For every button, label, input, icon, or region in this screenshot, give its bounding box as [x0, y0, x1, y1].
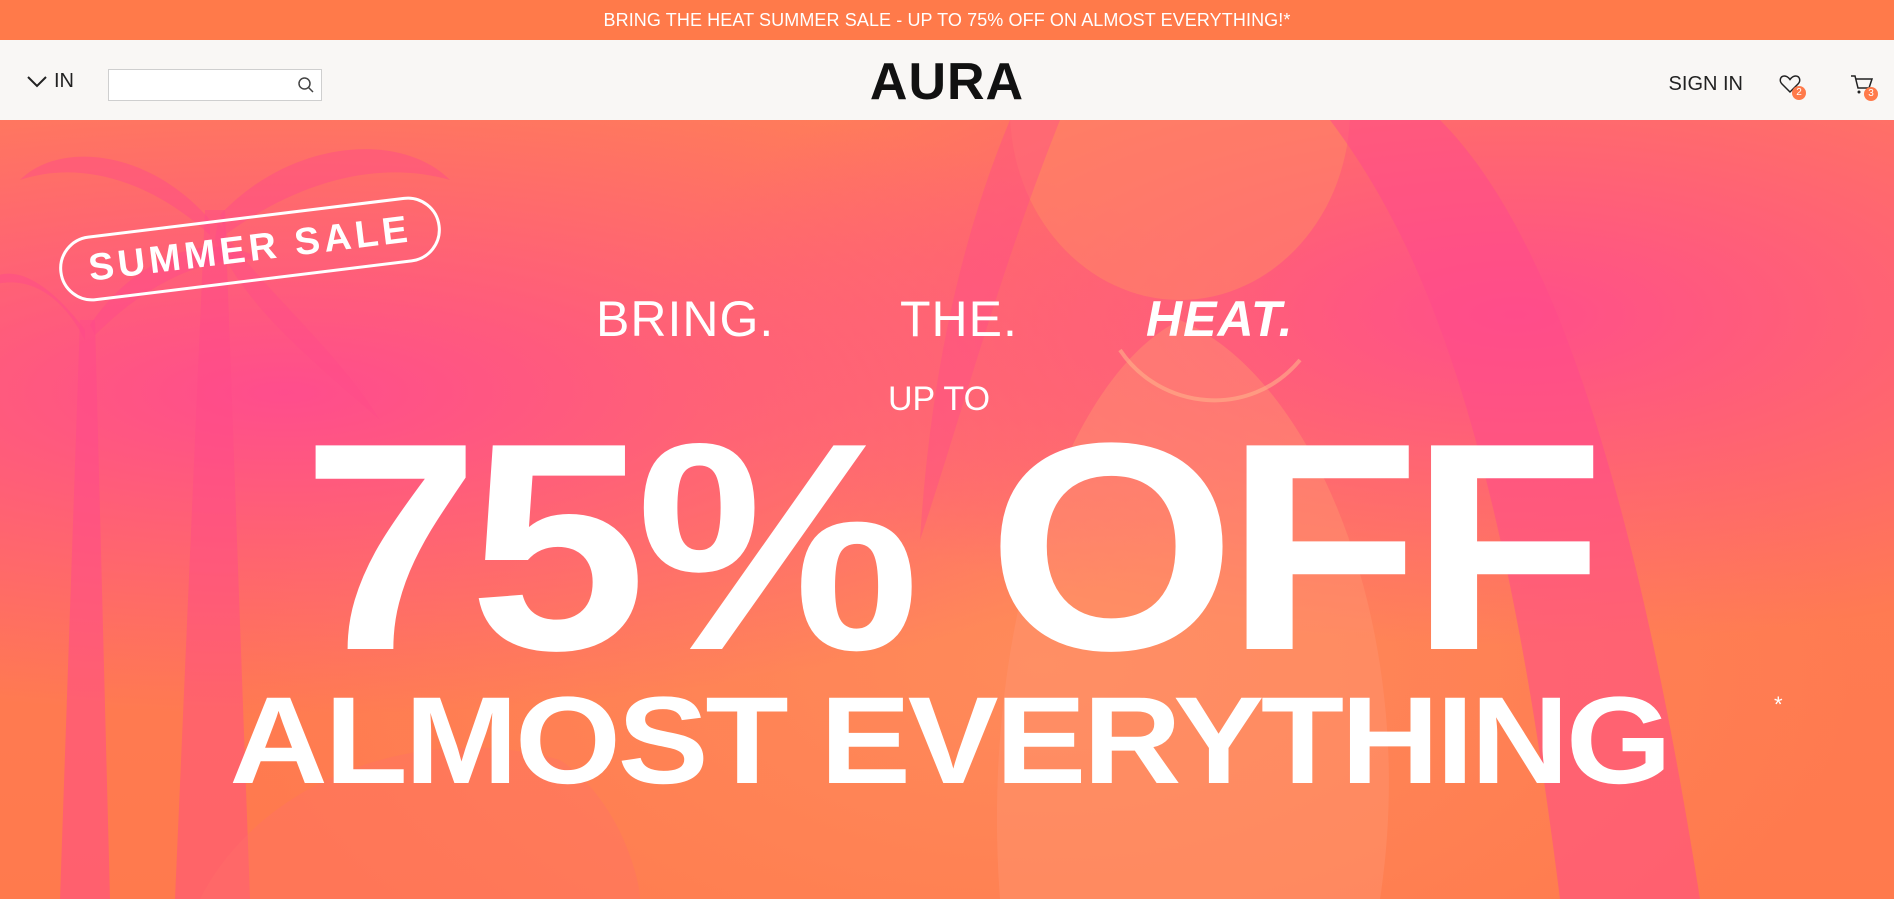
discount-headline: 75% OFF: [301, 381, 1605, 712]
wishlist-button[interactable]: 2: [1778, 72, 1806, 100]
promo-text[interactable]: BRING THE HEAT SUMMER SALE - UP TO 75% O…: [604, 10, 1291, 30]
search-box: [108, 69, 322, 101]
almost-everything-headline: ALMOST EVERYTHING: [229, 672, 1672, 810]
terms-asterisk: *: [1774, 692, 1783, 717]
country-label: IN: [54, 69, 74, 92]
search-input[interactable]: [115, 71, 299, 101]
site-header: IN AURA SIGN IN 2 3: [0, 40, 1894, 120]
sign-in-link[interactable]: SIGN IN: [1669, 73, 1743, 96]
wishlist-count-badge: 2: [1792, 86, 1806, 100]
tagline-heat: HEAT.: [1146, 291, 1294, 347]
brand-logo[interactable]: AURA: [870, 53, 1024, 111]
tagline-bring: BRING.: [596, 291, 775, 347]
cart-button[interactable]: 3: [1850, 73, 1878, 101]
tagline-the: THE.: [900, 291, 1018, 347]
hero-banner[interactable]: SUMMER SALE BRING. THE. HEAT. UP TO 75% …: [0, 120, 1894, 899]
chevron-down-icon: [27, 76, 47, 88]
search-icon[interactable]: [297, 76, 315, 94]
country-selector[interactable]: IN: [26, 66, 74, 96]
cart-count-badge: 3: [1864, 87, 1878, 101]
promo-banner[interactable]: BRING THE HEAT SUMMER SALE - UP TO 75% O…: [0, 0, 1894, 40]
